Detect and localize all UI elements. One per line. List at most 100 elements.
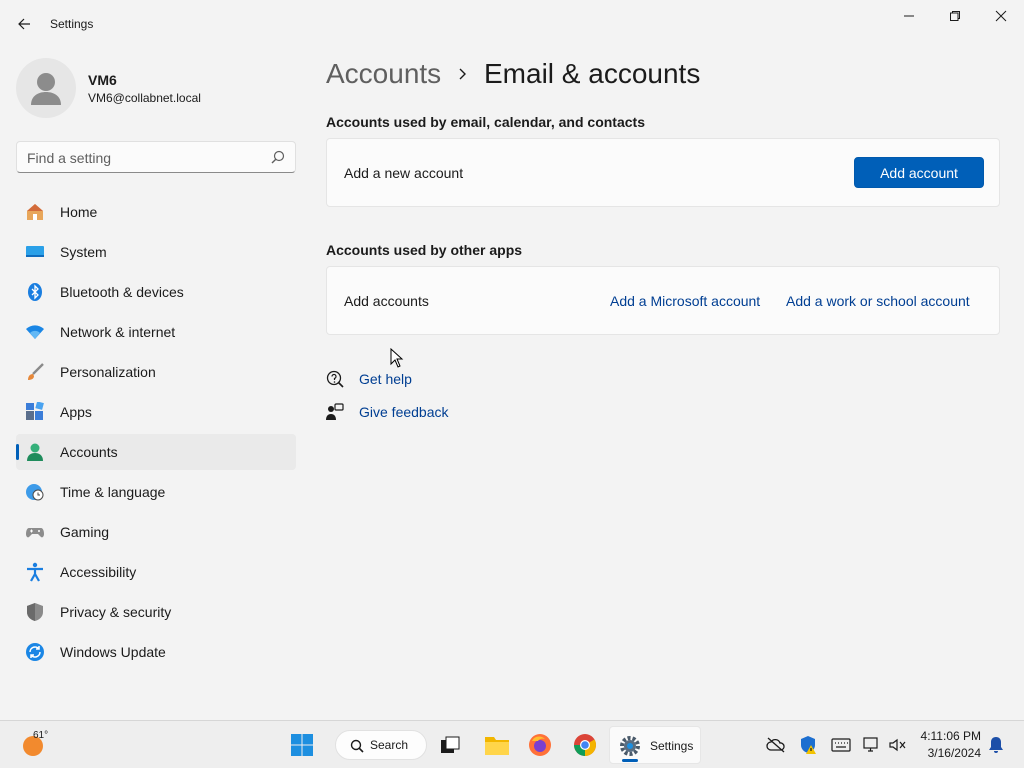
sidebar-item-label: Privacy & security xyxy=(60,604,172,620)
sidebar-nav: Home System Bluetooth & devices Network … xyxy=(16,194,296,674)
sidebar-item-network[interactable]: Network & internet xyxy=(16,314,296,350)
bell-icon xyxy=(989,737,1003,753)
add-new-account-card: Add a new account Add account xyxy=(326,138,1000,207)
user-name: VM6 xyxy=(88,72,117,88)
firefox-icon xyxy=(529,734,551,756)
active-app-indicator xyxy=(622,759,638,762)
sidebar-item-gaming[interactable]: Gaming xyxy=(16,514,296,550)
search-box[interactable] xyxy=(16,141,296,173)
get-help-icon xyxy=(326,370,344,388)
sidebar-item-accessibility[interactable]: Accessibility xyxy=(16,554,296,590)
bluetooth-icon xyxy=(25,282,45,302)
title-bar: Settings xyxy=(0,0,1024,48)
apps-icon xyxy=(25,402,45,422)
firefox-button[interactable] xyxy=(524,729,556,761)
sidebar-item-personalization[interactable]: Personalization xyxy=(16,354,296,390)
update-icon xyxy=(25,642,45,662)
minimize-button[interactable] xyxy=(886,0,932,32)
user-avatar-icon xyxy=(31,73,61,105)
sidebar-item-label: Windows Update xyxy=(60,644,166,660)
back-button[interactable] xyxy=(8,8,40,40)
sidebar-item-label: Personalization xyxy=(60,364,156,380)
network-tray-button[interactable] xyxy=(862,735,882,755)
get-help-row[interactable]: Get help xyxy=(326,368,446,392)
volume-tray-button[interactable] xyxy=(888,735,908,755)
add-microsoft-account-link[interactable]: Add a Microsoft account xyxy=(610,293,760,309)
sidebar-item-windows-update[interactable]: Windows Update xyxy=(16,634,296,670)
keyboard-icon xyxy=(831,738,851,752)
sidebar-item-privacy[interactable]: Privacy & security xyxy=(16,594,296,630)
security-warning-icon xyxy=(801,736,816,754)
sidebar-item-apps[interactable]: Apps xyxy=(16,394,296,430)
gear-icon xyxy=(620,736,640,756)
minimize-icon xyxy=(904,15,914,17)
maximize-icon xyxy=(950,11,960,21)
page-title: Email & accounts xyxy=(484,58,701,89)
volume-muted-icon xyxy=(889,738,906,752)
sidebar-item-system[interactable]: System xyxy=(16,234,296,270)
sidebar-item-label: Home xyxy=(60,204,98,220)
section-title-email: Accounts used by email, calendar, and co… xyxy=(326,114,645,130)
sidebar-item-label: Accounts xyxy=(60,444,118,460)
add-accounts-label: Add accounts xyxy=(344,293,429,309)
add-work-school-account-link[interactable]: Add a work or school account xyxy=(786,293,970,309)
app-title: Settings xyxy=(50,17,94,31)
sidebar-item-time-language[interactable]: Time & language xyxy=(16,474,296,510)
sidebar-item-label: Accessibility xyxy=(60,564,137,580)
taskbar-settings-button[interactable]: Settings xyxy=(609,726,701,764)
feedback-icon xyxy=(326,403,344,420)
accessibility-icon xyxy=(25,562,45,582)
close-icon xyxy=(995,10,1007,22)
keyboard-tray-button[interactable] xyxy=(831,735,851,755)
weather-temperature: 61° xyxy=(33,730,49,741)
section-title-other-apps: Accounts used by other apps xyxy=(326,242,523,258)
avatar[interactable] xyxy=(16,58,76,118)
breadcrumb-parent[interactable]: Accounts xyxy=(326,58,441,90)
close-button[interactable] xyxy=(978,0,1024,32)
sidebar-item-label: Apps xyxy=(60,404,92,420)
give-feedback-link[interactable]: Give feedback xyxy=(359,404,449,420)
clock-date[interactable]: 3/16/2024 xyxy=(928,746,981,760)
chevron-right-icon xyxy=(459,68,466,80)
chrome-icon xyxy=(574,734,596,756)
sidebar-item-accounts[interactable]: Accounts xyxy=(16,434,296,470)
network-icon xyxy=(863,737,878,752)
chrome-button[interactable] xyxy=(569,729,601,761)
shield-icon xyxy=(25,602,45,622)
mouse-cursor-icon xyxy=(390,348,404,368)
maximize-button[interactable] xyxy=(932,0,978,32)
wifi-icon xyxy=(25,322,45,342)
back-arrow-icon xyxy=(18,18,30,30)
taskbar-settings-label: Settings xyxy=(650,739,694,753)
sidebar-item-label: Time & language xyxy=(60,484,166,500)
globe-clock-icon xyxy=(25,482,45,502)
get-help-link[interactable]: Get help xyxy=(359,371,412,387)
start-button[interactable] xyxy=(286,729,318,761)
taskbar-search-label: Search xyxy=(370,738,409,752)
add-new-account-label: Add a new account xyxy=(344,165,464,181)
security-tray-button[interactable] xyxy=(799,735,819,755)
notifications-button[interactable] xyxy=(986,735,1006,755)
task-view-icon xyxy=(441,736,460,753)
system-icon xyxy=(25,242,45,262)
taskbar-search[interactable]: Search xyxy=(335,730,427,760)
gamepad-icon xyxy=(25,522,45,542)
add-accounts-card: Add accounts Add a Microsoft account Add… xyxy=(326,266,1000,335)
home-icon xyxy=(25,202,45,222)
give-feedback-row[interactable]: Give feedback xyxy=(326,401,466,425)
file-explorer-button[interactable] xyxy=(481,729,513,761)
search-input[interactable] xyxy=(27,148,257,168)
search-icon xyxy=(350,739,364,753)
sidebar-item-home[interactable]: Home xyxy=(16,194,296,230)
onedrive-tray-button[interactable] xyxy=(766,735,786,755)
sidebar-item-bluetooth[interactable]: Bluetooth & devices xyxy=(16,274,296,310)
add-account-button[interactable]: Add account xyxy=(854,157,984,188)
sidebar-item-label: System xyxy=(60,244,107,260)
task-view-button[interactable] xyxy=(434,729,466,761)
taskbar: 61° Search Settings 4:11:06 PM 3/16/2024 xyxy=(0,720,1024,768)
search-icon xyxy=(271,150,285,164)
clock-time[interactable]: 4:11:06 PM xyxy=(921,729,981,743)
brush-icon xyxy=(25,362,45,382)
user-email: VM6@collabnet.local xyxy=(88,91,201,105)
sidebar-item-label: Gaming xyxy=(60,524,110,540)
